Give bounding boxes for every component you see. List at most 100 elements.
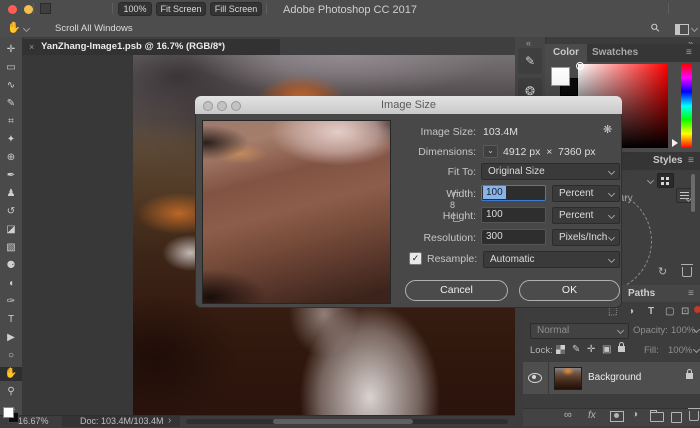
image-size-label: Image Size: <box>396 126 476 138</box>
tool-rectangular-marquee[interactable]: ▭ <box>0 61 22 75</box>
tool-history-brush[interactable]: ↺ <box>0 205 22 219</box>
lock-all-icon[interactable] <box>618 342 625 355</box>
tool-brush[interactable]: ✒ <box>0 169 22 183</box>
scroll-all-windows-checkbox[interactable] <box>40 3 51 14</box>
grid-view-button[interactable] <box>657 173 674 188</box>
lock-transparent-pixels-icon[interactable] <box>556 345 565 357</box>
tool-eraser[interactable]: ◪ <box>0 223 22 237</box>
collapse-strip-icon[interactable]: « <box>526 38 531 48</box>
hue-slider-arrow[interactable] <box>672 139 678 147</box>
lock-artboard-icon[interactable]: ▣ <box>602 344 611 355</box>
styles-panel-menu-icon[interactable]: ≡ <box>688 152 694 170</box>
image-size-value: 103.4M <box>483 126 518 138</box>
fill-value[interactable]: 100% <box>668 345 692 356</box>
tool-move[interactable]: ✛ <box>0 43 22 57</box>
status-chevron-icon[interactable]: › <box>168 415 171 426</box>
cancel-button[interactable]: Cancel <box>405 280 508 301</box>
delete-layer-icon[interactable] <box>689 408 699 424</box>
sync-icon[interactable]: ↻ <box>658 265 667 278</box>
app-title: Adobe Photoshop CC 2017 <box>0 0 700 20</box>
tab-color[interactable]: Color <box>545 44 587 62</box>
dimensions-label: Dimensions: <box>396 146 476 158</box>
layer-filter-type-icon[interactable]: T <box>648 306 654 317</box>
zoom-level-field[interactable]: 16.67% <box>18 416 49 426</box>
hue-slider[interactable] <box>681 64 692 148</box>
color-picker-ring[interactable] <box>576 62 584 70</box>
foreground-color-swatch[interactable] <box>3 407 14 418</box>
tool-eyedropper[interactable]: ✦ <box>0 133 22 147</box>
link-dimensions-icon[interactable]: 8 <box>447 199 458 212</box>
layer-effects-icon[interactable]: fx <box>588 410 596 421</box>
fit-to-select[interactable]: Original Size <box>481 163 620 180</box>
tool-gradient[interactable]: ▧ <box>0 241 22 255</box>
tool-path-selection[interactable]: ▶ <box>0 331 22 345</box>
hand-tool-icon[interactable]: ✋ <box>7 21 21 34</box>
layer-filter-adjustment-icon[interactable]: ◑ <box>628 306 634 317</box>
panel-foreground-color-swatch[interactable] <box>551 67 570 86</box>
gear-icon[interactable]: ❋ <box>603 123 612 136</box>
image-preview[interactable] <box>202 120 391 304</box>
tool-lasso[interactable]: ∿ <box>0 79 22 93</box>
tool-hand[interactable]: ✋ <box>0 367 22 381</box>
dimensions-caret-button[interactable]: ⌄ <box>483 145 498 158</box>
tool-blur[interactable]: ⚈ <box>0 259 22 273</box>
delete-style-icon[interactable] <box>682 264 692 280</box>
collapsed-panel-icon-1[interactable]: ✎ <box>518 48 542 74</box>
opacity-value[interactable]: 100% <box>671 325 695 336</box>
divider <box>112 3 113 14</box>
tab-styles[interactable]: Styles <box>653 152 682 170</box>
horizontal-scrollbar-thumb[interactable] <box>273 419 413 424</box>
new-adjustment-layer-icon[interactable]: ◑ <box>632 409 638 420</box>
add-layer-mask-icon[interactable] <box>610 408 624 425</box>
new-layer-icon[interactable] <box>671 409 682 426</box>
width-input-selection: 100 <box>483 186 506 199</box>
new-group-icon[interactable] <box>650 408 664 425</box>
layer-thumbnail[interactable] <box>554 367 582 390</box>
tool-crop[interactable]: ⌗ <box>0 115 22 129</box>
width-unit-select[interactable]: Percent <box>552 185 620 202</box>
layer-filter-toggle[interactable] <box>694 306 700 313</box>
tool-spot-healing-brush[interactable]: ⊕ <box>0 151 22 165</box>
ok-button[interactable]: OK <box>519 280 620 301</box>
tool-clone-stamp[interactable]: ♟ <box>0 187 22 201</box>
tool-quick-selection[interactable]: ✎ <box>0 97 22 111</box>
fit-to-label: Fit To: <box>396 166 476 178</box>
resample-select[interactable]: Automatic <box>483 251 620 268</box>
width-input[interactable]: 100 <box>481 185 546 201</box>
tool-ellipse-shape[interactable]: ○ <box>0 349 22 363</box>
tab-paths[interactable]: Paths <box>628 285 655 302</box>
layer-name[interactable]: Background <box>588 362 641 394</box>
close-tab-icon[interactable]: × <box>29 39 34 55</box>
scroll-all-windows-label: Scroll All Windows <box>55 20 133 37</box>
height-input[interactable]: 100 <box>481 207 546 223</box>
lock-position-icon[interactable]: ✛ <box>587 344 595 355</box>
layer-locked-icon <box>686 369 693 382</box>
height-unit-select[interactable]: Percent <box>552 207 620 224</box>
tool-type[interactable]: T <box>0 313 22 327</box>
zoom-100-button[interactable]: 100% <box>118 2 152 16</box>
panel-scrollbar-thumb[interactable] <box>691 174 695 212</box>
link-layers-icon[interactable]: ∞ <box>564 409 572 421</box>
lock-image-pixels-icon[interactable]: ✎ <box>572 344 580 355</box>
width-label: Width: <box>396 188 476 200</box>
tool-pen[interactable]: ✑ <box>0 295 22 309</box>
lock-label: Lock: <box>530 345 553 356</box>
layer-filter-shape-icon[interactable]: ▢ <box>665 306 674 317</box>
workspace-switcher-icon[interactable] <box>675 24 689 35</box>
layer-filter-smart-icon[interactable]: ⊡ <box>681 306 689 317</box>
color-panel-menu-icon[interactable]: ≡ <box>686 44 692 62</box>
dialog-title: Image Size <box>195 96 622 114</box>
resample-label: Resample: <box>427 253 477 265</box>
resolution-input[interactable]: 300 <box>481 229 546 245</box>
tab-swatches[interactable]: Swatches <box>592 44 638 62</box>
resolution-unit-select[interactable]: Pixels/Inch <box>552 229 620 246</box>
fill-screen-button[interactable]: Fill Screen <box>210 2 262 16</box>
layer-visibility-eye-icon[interactable] <box>528 373 542 386</box>
fit-screen-button[interactable]: Fit Screen <box>156 2 206 16</box>
resample-checkbox[interactable]: ✓ <box>409 252 422 265</box>
blend-mode-caret-icon <box>617 327 624 334</box>
tool-zoom[interactable]: ⚲ <box>0 385 22 399</box>
paths-panel-menu-icon[interactable]: ≡ <box>688 285 694 302</box>
blend-mode-select[interactable]: Normal <box>530 323 629 339</box>
tool-dodge[interactable]: ◖ <box>0 277 22 291</box>
